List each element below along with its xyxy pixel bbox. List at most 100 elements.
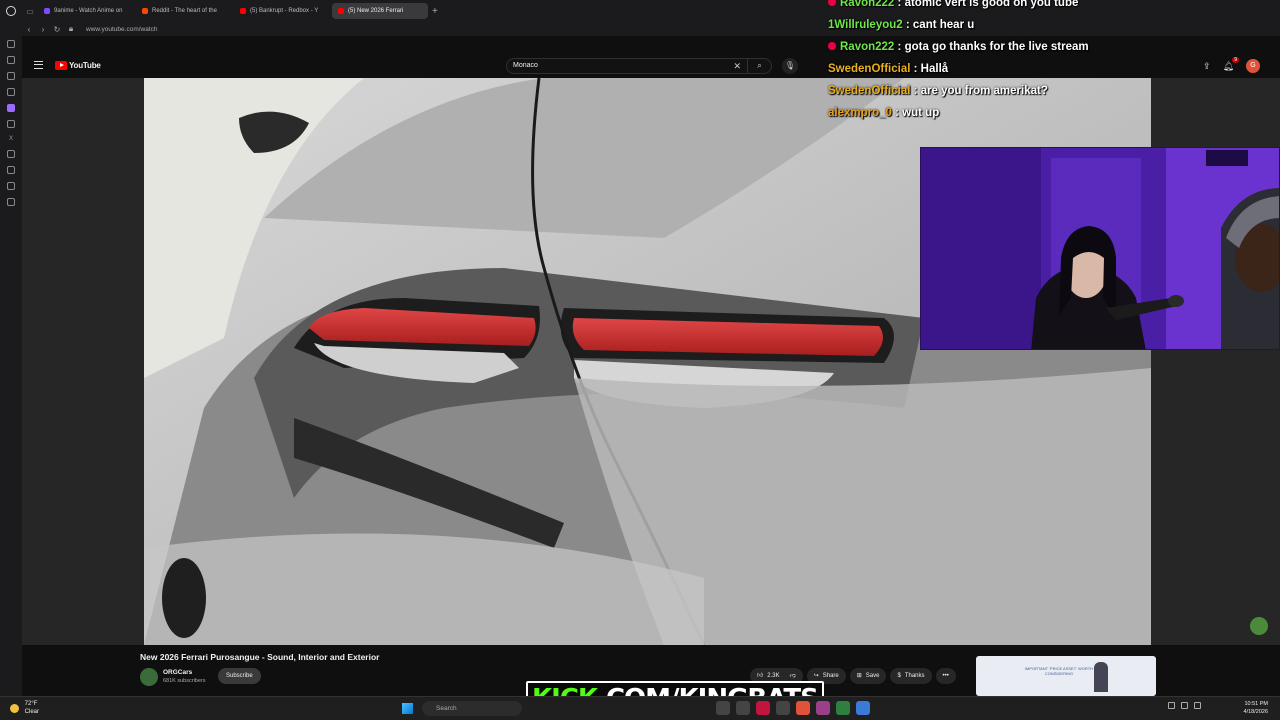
windows-start-icon[interactable]	[402, 703, 413, 714]
chat-message: Ravon222 : atomic vert is good on you tu…	[828, 0, 1089, 14]
windows-taskbar: 72°F Clear Search 10:51 PM 4/18/2026	[0, 696, 1280, 720]
history-icon[interactable]	[7, 40, 15, 48]
tab-favicon-icon	[44, 8, 50, 14]
chat-message: alexmpro_0 : wut up	[828, 102, 1089, 124]
wifi-icon[interactable]	[1168, 702, 1175, 709]
chat-username: SwedenOfficial	[828, 63, 911, 75]
save-label: Save	[865, 673, 880, 679]
browser-tab[interactable]: (5) New 2026 Ferrari	[332, 3, 428, 19]
tab-label: 9anime - Watch Anime on	[54, 8, 123, 14]
share-label: Share	[822, 673, 839, 679]
chat-text: are you from amerikat?	[920, 85, 1048, 97]
reload-icon[interactable]: ↻	[50, 25, 64, 34]
more-actions-button[interactable]: •••	[935, 668, 956, 684]
notifications-icon[interactable]: 🔔︎ 9	[1223, 56, 1239, 72]
chat-separator: :	[894, 41, 905, 53]
bookmarks-icon[interactable]	[7, 56, 15, 64]
moon-icon	[10, 703, 19, 713]
lock-icon: 🔒︎	[68, 24, 74, 33]
mail-app-icon[interactable]	[716, 701, 730, 715]
browser-tab[interactable]: 9anime - Watch Anime on	[38, 3, 134, 19]
search-value: Monaco	[513, 62, 538, 69]
new-tab-button[interactable]: +	[432, 6, 438, 17]
weather-condition: Clear	[24, 709, 40, 715]
battery-icon[interactable]	[1194, 702, 1201, 709]
youtube-header: YouTube Monaco ✕ ⌕ 🎙︎ ⇪ 🔔︎ 9 G	[22, 54, 1280, 78]
menu-icon[interactable]	[34, 61, 43, 69]
chat-text: wut up	[902, 107, 940, 119]
channel-avatar[interactable]	[140, 668, 158, 686]
chat-username: 1Willruleyou2	[828, 19, 903, 31]
header-actions: ⇪ 🔔︎ 9 G	[1203, 56, 1260, 73]
clock-icon[interactable]	[7, 166, 15, 174]
settings-icon[interactable]	[7, 198, 15, 206]
url-field[interactable]: www.youtube.com/watch	[86, 26, 158, 33]
channel-name[interactable]: ORGCars	[163, 669, 192, 676]
app-icon-6[interactable]	[816, 701, 830, 715]
taskbar-search[interactable]: Search	[422, 701, 522, 716]
chat-text: Hallå	[920, 63, 949, 75]
subscribe-button[interactable]: Subscribe	[218, 668, 261, 684]
tab-favicon-icon	[338, 8, 344, 14]
date: 4/18/2026	[1243, 709, 1268, 715]
chat-message: 1Willruleyou2 : cant hear u	[828, 14, 1089, 36]
app-icon-7[interactable]	[836, 701, 850, 715]
save-button[interactable]: ⊞ Save	[849, 668, 887, 684]
tab-strip: 9anime - Watch Anime on Reddit - The hear…	[38, 3, 430, 19]
tab-label: Reddit - The heart of the	[152, 8, 217, 14]
clock[interactable]: 10:51 PM 4/18/2026	[1244, 700, 1268, 716]
messenger-icon[interactable]	[7, 72, 15, 80]
browser-logo-icon[interactable]	[0, 0, 22, 22]
stream-chat-overlay: Ravon222 : atomic vert is good on you tu…	[828, 0, 1089, 124]
chat-message: SwedenOfficial : are you from amerikat?	[828, 80, 1089, 102]
browser-tab[interactable]: (5) Bankrupt - Redbox - Y	[234, 3, 330, 19]
temperature: 72°F	[24, 701, 38, 707]
chat-username: Ravon222	[840, 41, 895, 53]
chrome-app-icon[interactable]	[796, 701, 810, 715]
chat-separator: :	[891, 107, 903, 119]
browser-tab[interactable]: Reddit - The heart of the	[136, 3, 232, 19]
chat-username: alexmpro_0	[828, 107, 892, 119]
app-icon-8[interactable]	[856, 701, 870, 715]
volume-icon[interactable]	[1181, 702, 1188, 709]
tab-list-icon[interactable]: ▭	[22, 7, 38, 16]
twitch-icon[interactable]	[7, 104, 15, 112]
notification-badge: 9	[1232, 56, 1239, 63]
search-icon[interactable]: ⌕	[747, 58, 771, 74]
forward-icon[interactable]: ›	[36, 25, 50, 34]
chat-badge-icon	[828, 0, 836, 6]
account-avatar[interactable]: G	[1246, 59, 1260, 73]
weather-widget[interactable]: 72°F Clear	[10, 700, 39, 716]
video-title: New 2026 Ferrari Purosangue - Sound, Int…	[140, 652, 380, 662]
webcam-frame	[921, 148, 1279, 349]
chat-separator: :	[910, 85, 921, 97]
opera-app-icon[interactable]	[756, 701, 770, 715]
tab-favicon-icon	[240, 8, 246, 14]
back-icon[interactable]: ‹	[22, 25, 36, 34]
chat-text: cant hear u	[912, 19, 975, 31]
ad-person-image	[1094, 662, 1108, 692]
notes-app-icon[interactable]	[776, 701, 790, 715]
notes-icon[interactable]	[7, 88, 15, 96]
search-input[interactable]: Monaco ✕ ⌕	[506, 58, 772, 74]
chat-separator: :	[910, 63, 921, 75]
clear-search-icon[interactable]: ✕	[733, 59, 741, 73]
tab-favicon-icon	[142, 8, 148, 14]
voice-search-icon[interactable]: 🎙︎	[782, 58, 798, 74]
browser-sidebar: X	[0, 36, 22, 696]
ad-card[interactable]: IMPORTANT 'PRICE ASSET' WORTH CONSIDERIN…	[976, 656, 1156, 696]
x-icon[interactable]: X	[9, 136, 13, 142]
instagram-icon[interactable]	[7, 120, 15, 128]
upload-icon[interactable]: ⇪	[1203, 61, 1211, 72]
dollar-icon: $	[897, 673, 901, 679]
chat-separator: :	[894, 0, 905, 9]
youtube-play-icon	[55, 61, 67, 70]
time: 10:51 PM	[1244, 701, 1268, 707]
chat-text: gota go thanks for the live stream	[904, 41, 1089, 53]
thanks-button[interactable]: $ Thanks	[890, 668, 932, 684]
youtube-logo[interactable]: YouTube	[55, 61, 101, 70]
cloud-icon[interactable]	[7, 150, 15, 158]
chat-username: Ravon222	[840, 0, 895, 9]
steam-app-icon[interactable]	[736, 701, 750, 715]
extensions-icon[interactable]	[7, 182, 15, 190]
